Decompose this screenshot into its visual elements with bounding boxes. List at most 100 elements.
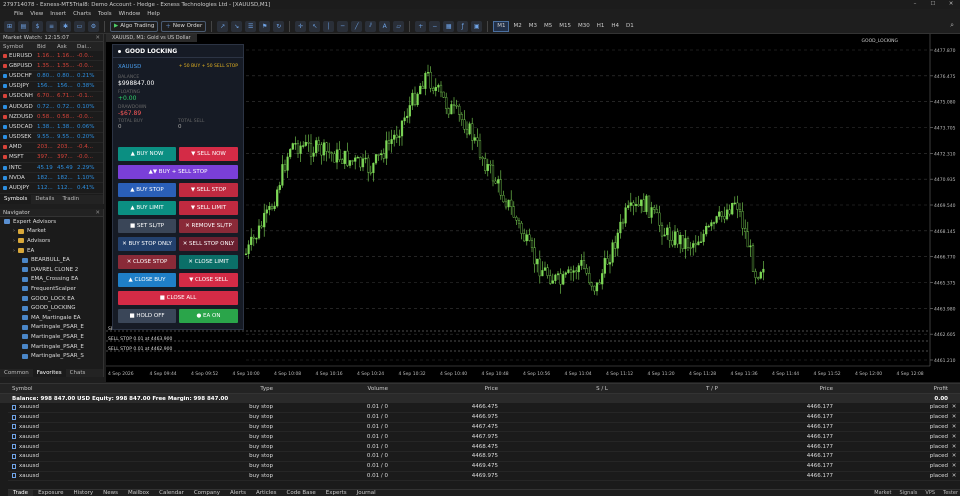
sell-limit-button[interactable]: ▼ SELL LIMIT: [179, 201, 238, 215]
column-ask[interactable]: Ask: [57, 44, 77, 50]
order-row[interactable]: xauusd buy stop 0.01 / 0 4468.475 4466.177 pl…: [8, 442, 960, 452]
tab-common[interactable]: Common: [0, 369, 33, 377]
market-watch-row[interactable]: AUDUSD 0.72... 0.72... 0.10%: [0, 102, 103, 113]
zoom-in-icon[interactable]: +: [415, 20, 427, 32]
navigator-item[interactable]: MA_Martingale EA: [0, 313, 103, 323]
timeframe-m1[interactable]: M1: [493, 20, 510, 32]
remove-sltp-button[interactable]: ✕ REMOVE SL/TP: [179, 219, 238, 233]
signals-icon[interactable]: ☰: [245, 20, 257, 32]
market-watch-row[interactable]: AMD 203... 203... -0.4...: [0, 143, 103, 153]
horizontal-line-icon[interactable]: ─: [337, 20, 349, 32]
market-watch-row[interactable]: INTC 45.19 45.49 2.29%: [0, 163, 103, 174]
indicators-icon[interactable]: ƒ: [457, 20, 469, 32]
buy-arrow-icon[interactable]: ↗: [217, 20, 229, 32]
market-watch-row[interactable]: USDCAD 1.38... 1.38... 0.06%: [0, 122, 103, 133]
market-watch-row[interactable]: NZDUSD 0.58... 0.58... -0.0...: [0, 112, 103, 123]
navigator-icon[interactable]: ✱: [60, 20, 71, 32]
menu-insert[interactable]: Insert: [50, 11, 66, 17]
menu-view[interactable]: View: [30, 11, 43, 17]
buy-sell-stop-button[interactable]: ▲▼ BUY + SELL STOP: [118, 165, 238, 179]
tab-trading[interactable]: Tradin: [58, 195, 83, 204]
trendline-icon[interactable]: ╱: [351, 20, 363, 32]
menu-tools[interactable]: Tools: [98, 11, 112, 17]
set-sltp-button[interactable]: ■ SET SL/TP: [118, 219, 176, 233]
cursor-icon[interactable]: ↖: [309, 20, 321, 32]
tab-mailbox[interactable]: Mailbox: [123, 490, 154, 496]
tab-trade[interactable]: Trade: [8, 489, 34, 496]
column-symbol[interactable]: Symbol: [0, 44, 37, 50]
column-profit[interactable]: Profit: [833, 386, 948, 392]
tab-news[interactable]: News: [98, 490, 123, 496]
navigator-item[interactable]: FrequentScalper: [0, 284, 103, 294]
menu-file[interactable]: File: [14, 11, 23, 17]
delete-order-icon[interactable]: ✕: [948, 434, 960, 440]
market-watch-row[interactable]: USDSEK 9.55... 9.55... 0.20%: [0, 133, 103, 143]
new-chart-icon[interactable]: ⊞: [4, 20, 15, 32]
ea-on-button[interactable]: ● EA ON: [179, 309, 238, 323]
tab-favorites[interactable]: Favorites: [32, 369, 66, 377]
navigator-item[interactable]: Martingale_PSAR_S: [0, 351, 103, 361]
navigator-item[interactable]: › Advisors: [0, 236, 103, 246]
column-sl[interactable]: S / L: [498, 386, 608, 392]
market-watch-row[interactable]: USDJPY 156... 156... 0.38%: [0, 82, 103, 92]
navigator-item[interactable]: Expert Advisors: [0, 217, 103, 227]
new-order-button[interactable]: ＋ New Order: [161, 20, 207, 32]
timeframe-m2[interactable]: M2: [510, 21, 524, 32]
order-row[interactable]: xauusd buy stop 0.01 / 0 4469.475 4466.177 pl…: [8, 462, 960, 472]
navigator-item[interactable]: EMA_Crossing EA: [0, 275, 103, 285]
column-daily[interactable]: Dai...: [77, 44, 102, 50]
profiles-icon[interactable]: ▤: [18, 20, 29, 32]
menu-charts[interactable]: Charts: [73, 11, 91, 17]
column-type[interactable]: Type: [68, 386, 273, 392]
tab-calendar[interactable]: Calendar: [154, 490, 189, 496]
market-watch-row[interactable]: GBPUSD 1.35... 1.35... -0.0...: [0, 61, 103, 72]
vertical-line-icon[interactable]: │: [323, 20, 335, 32]
zoom-out-icon[interactable]: −: [429, 20, 441, 32]
terminal-icon[interactable]: ▭: [74, 20, 85, 32]
close-icon[interactable]: ✕: [95, 210, 100, 216]
close-sell-button[interactable]: ▼ CLOSE SELL: [179, 273, 238, 287]
close-all-button[interactable]: ■ CLOSE ALL: [118, 291, 238, 305]
timeframe-m15[interactable]: M15: [556, 21, 574, 32]
menu-window[interactable]: Window: [119, 11, 141, 17]
navigator-item[interactable]: › EA: [0, 246, 103, 256]
navigator-item[interactable]: GOOD_LOCKING: [0, 303, 103, 313]
navigator-item[interactable]: Martingale_PSAR_E: [0, 342, 103, 352]
column-tp[interactable]: T / P: [608, 386, 718, 392]
navigator-item[interactable]: Martingale_PSAR_E: [0, 332, 103, 342]
navigator-item[interactable]: Martingale_PSAR_E: [0, 323, 103, 333]
buy-now-button[interactable]: ▲ BUY NOW: [118, 147, 176, 161]
tab-chats[interactable]: Chats: [66, 369, 90, 377]
tile-icon[interactable]: ▦: [443, 20, 455, 32]
tab-company[interactable]: Company: [189, 490, 225, 496]
close-icon[interactable]: ✕: [95, 35, 100, 41]
timeframe-h1[interactable]: H1: [594, 21, 608, 32]
timeframe-m5[interactable]: M5: [541, 21, 555, 32]
market-watch-row[interactable]: EURUSD 1.16... 1.16... -0.0...: [0, 51, 103, 62]
status-link-signals[interactable]: Signals: [899, 490, 917, 496]
templates-icon[interactable]: ▣: [471, 20, 483, 32]
tab-code-base[interactable]: Code Base: [282, 490, 321, 496]
market-watch-row[interactable]: USDCHF 0.80... 0.80... 0.21%: [0, 71, 103, 82]
status-link-vps[interactable]: VPS: [925, 490, 935, 496]
column-volume[interactable]: Volume: [273, 386, 388, 392]
data-window-icon[interactable]: ≡: [46, 20, 57, 32]
column-current-price[interactable]: Price: [718, 386, 833, 392]
order-row[interactable]: xauusd buy stop 0.01 / 0 4466.475 4466.177 pl…: [8, 403, 960, 413]
market-watch-row[interactable]: MSFT 397... 397... -0.0...: [0, 153, 103, 164]
minimize-icon[interactable]: –: [906, 0, 924, 9]
sell-stop-button[interactable]: ▼ SELL STOP: [179, 183, 238, 197]
market-watch-row[interactable]: NVDA 182... 182... 1.10%: [0, 173, 103, 184]
menu-help[interactable]: Help: [147, 11, 160, 17]
close-buy-button[interactable]: ▲ CLOSE BUY: [118, 273, 176, 287]
tab-journal[interactable]: Journal: [352, 490, 381, 496]
text-icon[interactable]: A: [379, 20, 391, 32]
search-icon[interactable]: ⌕: [950, 21, 954, 30]
timeframe-h4[interactable]: H4: [608, 21, 622, 32]
delete-order-icon[interactable]: ✕: [948, 463, 960, 469]
one-click-icon[interactable]: ⚑: [259, 20, 271, 32]
order-row[interactable]: xauusd buy stop 0.01 / 0 4466.975 4466.177 pl…: [8, 413, 960, 423]
timeframe-m3[interactable]: M3: [526, 21, 540, 32]
sell-stop-only-button[interactable]: ✕ SELL STOP ONLY: [179, 237, 238, 251]
hold-off-button[interactable]: ■ HOLD OFF: [118, 309, 176, 323]
